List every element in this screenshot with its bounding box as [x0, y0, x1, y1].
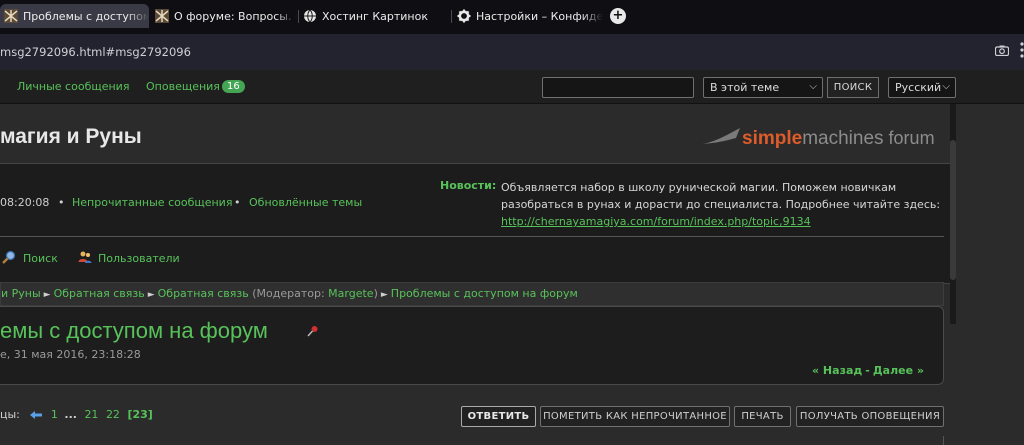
news-text: Объявляется набор в школу рунической маг… [501, 181, 941, 228]
chevron-down-icon: ⌵ [942, 81, 950, 92]
mark-unread-button[interactable]: ПОМЕТИТЬ КАК НЕПРОЧИТАННОЕ [540, 406, 730, 427]
page-link[interactable]: 22 [106, 408, 120, 421]
notifications-count-badge[interactable]: 16 [222, 80, 245, 93]
breadcrumb-arrow-icon: ► [147, 290, 155, 300]
sticky-pin-icon [307, 326, 318, 337]
page-link[interactable]: 21 [84, 408, 98, 421]
globe-icon [304, 9, 316, 23]
topic-title: емы с доступом на форум [0, 318, 268, 343]
chevron-down-icon: ⌵ [809, 81, 817, 92]
search-button[interactable]: ПОИСК [827, 77, 879, 98]
reply-button[interactable]: ОТВЕТИТЬ [461, 406, 536, 427]
search-icon[interactable] [2, 250, 16, 264]
search-input[interactable] [542, 77, 694, 98]
updated-topics-link[interactable]: Обновлённые темы [249, 196, 362, 209]
divider [0, 236, 944, 237]
back-arrow-icon[interactable] [29, 410, 43, 420]
breadcrumb-category[interactable]: Обратная связь [54, 287, 145, 300]
notify-button[interactable]: ПОЛУЧАТЬ ОПОВЕЩЕНИЯ [796, 406, 944, 427]
bullet-separator: • [58, 196, 65, 209]
print-button[interactable]: ПЕЧАТЬ [734, 406, 791, 427]
forum-favicon-icon [4, 9, 18, 23]
page-link[interactable]: 1 [51, 408, 58, 421]
breadcrumb-current-topic[interactable]: Проблемы с доступом на форум [391, 287, 578, 300]
breadcrumb-board[interactable]: Обратная связь [158, 287, 249, 300]
breadcrumb-forum[interactable]: и Руны [1, 287, 41, 300]
language-select[interactable]: Русский ⌵ [888, 77, 956, 98]
current-page: [23] [127, 408, 153, 421]
search-link[interactable]: Поиск [23, 252, 58, 265]
current-time: 08:20:08 [0, 196, 50, 209]
next-topic-link[interactable]: Далее » [873, 364, 924, 377]
breadcrumb-arrow-icon: ► [43, 290, 51, 300]
tab-about-forum[interactable]: О форуме: Вопросы. Отв [151, 4, 297, 28]
users-icon[interactable] [78, 250, 92, 264]
tab-problems-access[interactable]: Проблемы с доступом на [0, 4, 149, 28]
search-scope-value: В этой теме [710, 81, 780, 94]
forum-favicon-icon [155, 9, 169, 23]
tab-image-hosting[interactable]: Хостинг Картинок [299, 4, 449, 28]
search-scope-select[interactable]: В этой теме ⌵ [703, 77, 823, 98]
private-messages-link[interactable]: Личные сообщения [17, 80, 129, 93]
pagination: цы: 1 ... 21 22 [23] [0, 408, 153, 421]
panel-scrollbar-thumb[interactable] [950, 140, 956, 280]
browser-tab-bar: Проблемы с доступом на О форуме: Вопросы… [0, 0, 1024, 34]
tab-title: Хостинг Картинок [322, 9, 428, 23]
users-link[interactable]: Пользователи [98, 252, 180, 265]
prev-next-nav: « Назад - Далее » [812, 364, 924, 377]
camera-icon[interactable] [995, 45, 1009, 56]
gear-icon [457, 9, 471, 23]
smf-logo: simplemachines forum [742, 128, 935, 149]
address-bar[interactable]: msg2792096.html#msg2792096 [0, 34, 1024, 70]
pages-ellipsis: ... [64, 408, 77, 421]
moderator-link[interactable]: Margete [328, 287, 373, 300]
notifications-link[interactable]: Оповещения [146, 80, 220, 93]
moderator-prefix: (Модератор: [252, 287, 325, 300]
pages-label: цы: [0, 408, 20, 421]
tab-settings-privacy[interactable]: Настройки – Конфиденц [453, 4, 603, 28]
new-tab-button[interactable]: + [610, 8, 626, 24]
menu-dots-icon[interactable] [1016, 40, 1024, 60]
prev-topic-link[interactable]: « Назад [812, 364, 862, 377]
breadcrumb: и Руны ► Обратная связь ► Обратная связь (Мо… [0, 282, 944, 306]
moderator-suffix: ) [373, 287, 378, 300]
news-label: Новости: [440, 179, 497, 192]
breadcrumb-arrow-icon: ► [380, 290, 388, 300]
language-value: Русский [895, 81, 942, 94]
topic-date: е, 31 мая 2016, 23:18:28 [0, 348, 141, 361]
forum-title[interactable]: магия и Руны [0, 125, 142, 149]
url-text[interactable]: msg2792096.html#msg2792096 [0, 45, 191, 59]
unread-posts-link[interactable]: Непрочитанные сообщения [72, 196, 232, 209]
news-link[interactable]: http://chernayamagiya.com/forum/index.ph… [501, 215, 811, 228]
bullet-separator: • [234, 196, 241, 209]
divider [943, 436, 944, 445]
